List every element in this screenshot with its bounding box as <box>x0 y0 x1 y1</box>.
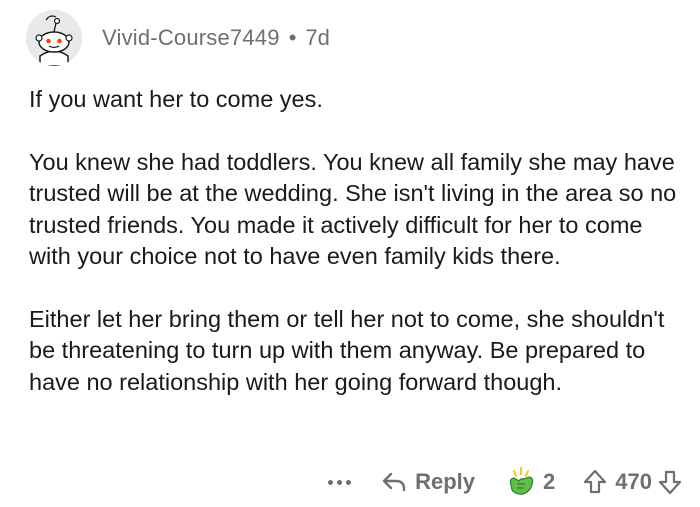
vote-score: 470 <box>615 469 652 494</box>
award-count: 2 <box>543 469 556 494</box>
more-options-button[interactable] <box>328 479 352 485</box>
comment-actions: Reply 2 470 <box>328 464 682 500</box>
more-dot <box>346 479 352 485</box>
reply-label: Reply <box>415 469 476 494</box>
reply-arrow-icon <box>382 472 406 492</box>
award-button[interactable]: 2 <box>505 467 555 497</box>
more-dots-icon <box>328 479 334 485</box>
reply-button[interactable]: Reply <box>381 469 475 495</box>
comment-age: 7d <box>305 25 330 50</box>
comment-paragraph: You knew she had toddlers. You knew all … <box>29 148 677 270</box>
avatar[interactable] <box>26 10 82 66</box>
comment-paragraph: If you want her to come yes. <box>29 86 323 112</box>
more-dot <box>337 479 343 485</box>
username[interactable]: Vivid-Course7449 <box>102 25 280 51</box>
snoo-avatar-icon <box>26 10 82 66</box>
upvote-arrow-icon[interactable] <box>583 469 607 495</box>
comment: Vivid-Course7449 • 7d If you want her to… <box>0 0 700 507</box>
comment-paragraph: Either let her bring them or tell her no… <box>29 305 665 395</box>
meta-separator: • <box>288 25 297 50</box>
comment-body: If you want her to come yes. You knew sh… <box>29 84 679 398</box>
downvote-arrow-icon[interactable] <box>658 469 682 495</box>
award-hands-icon <box>509 467 534 495</box>
vote-controls: 470 <box>583 469 682 495</box>
comment-header: Vivid-Course7449 • 7d <box>26 8 330 68</box>
